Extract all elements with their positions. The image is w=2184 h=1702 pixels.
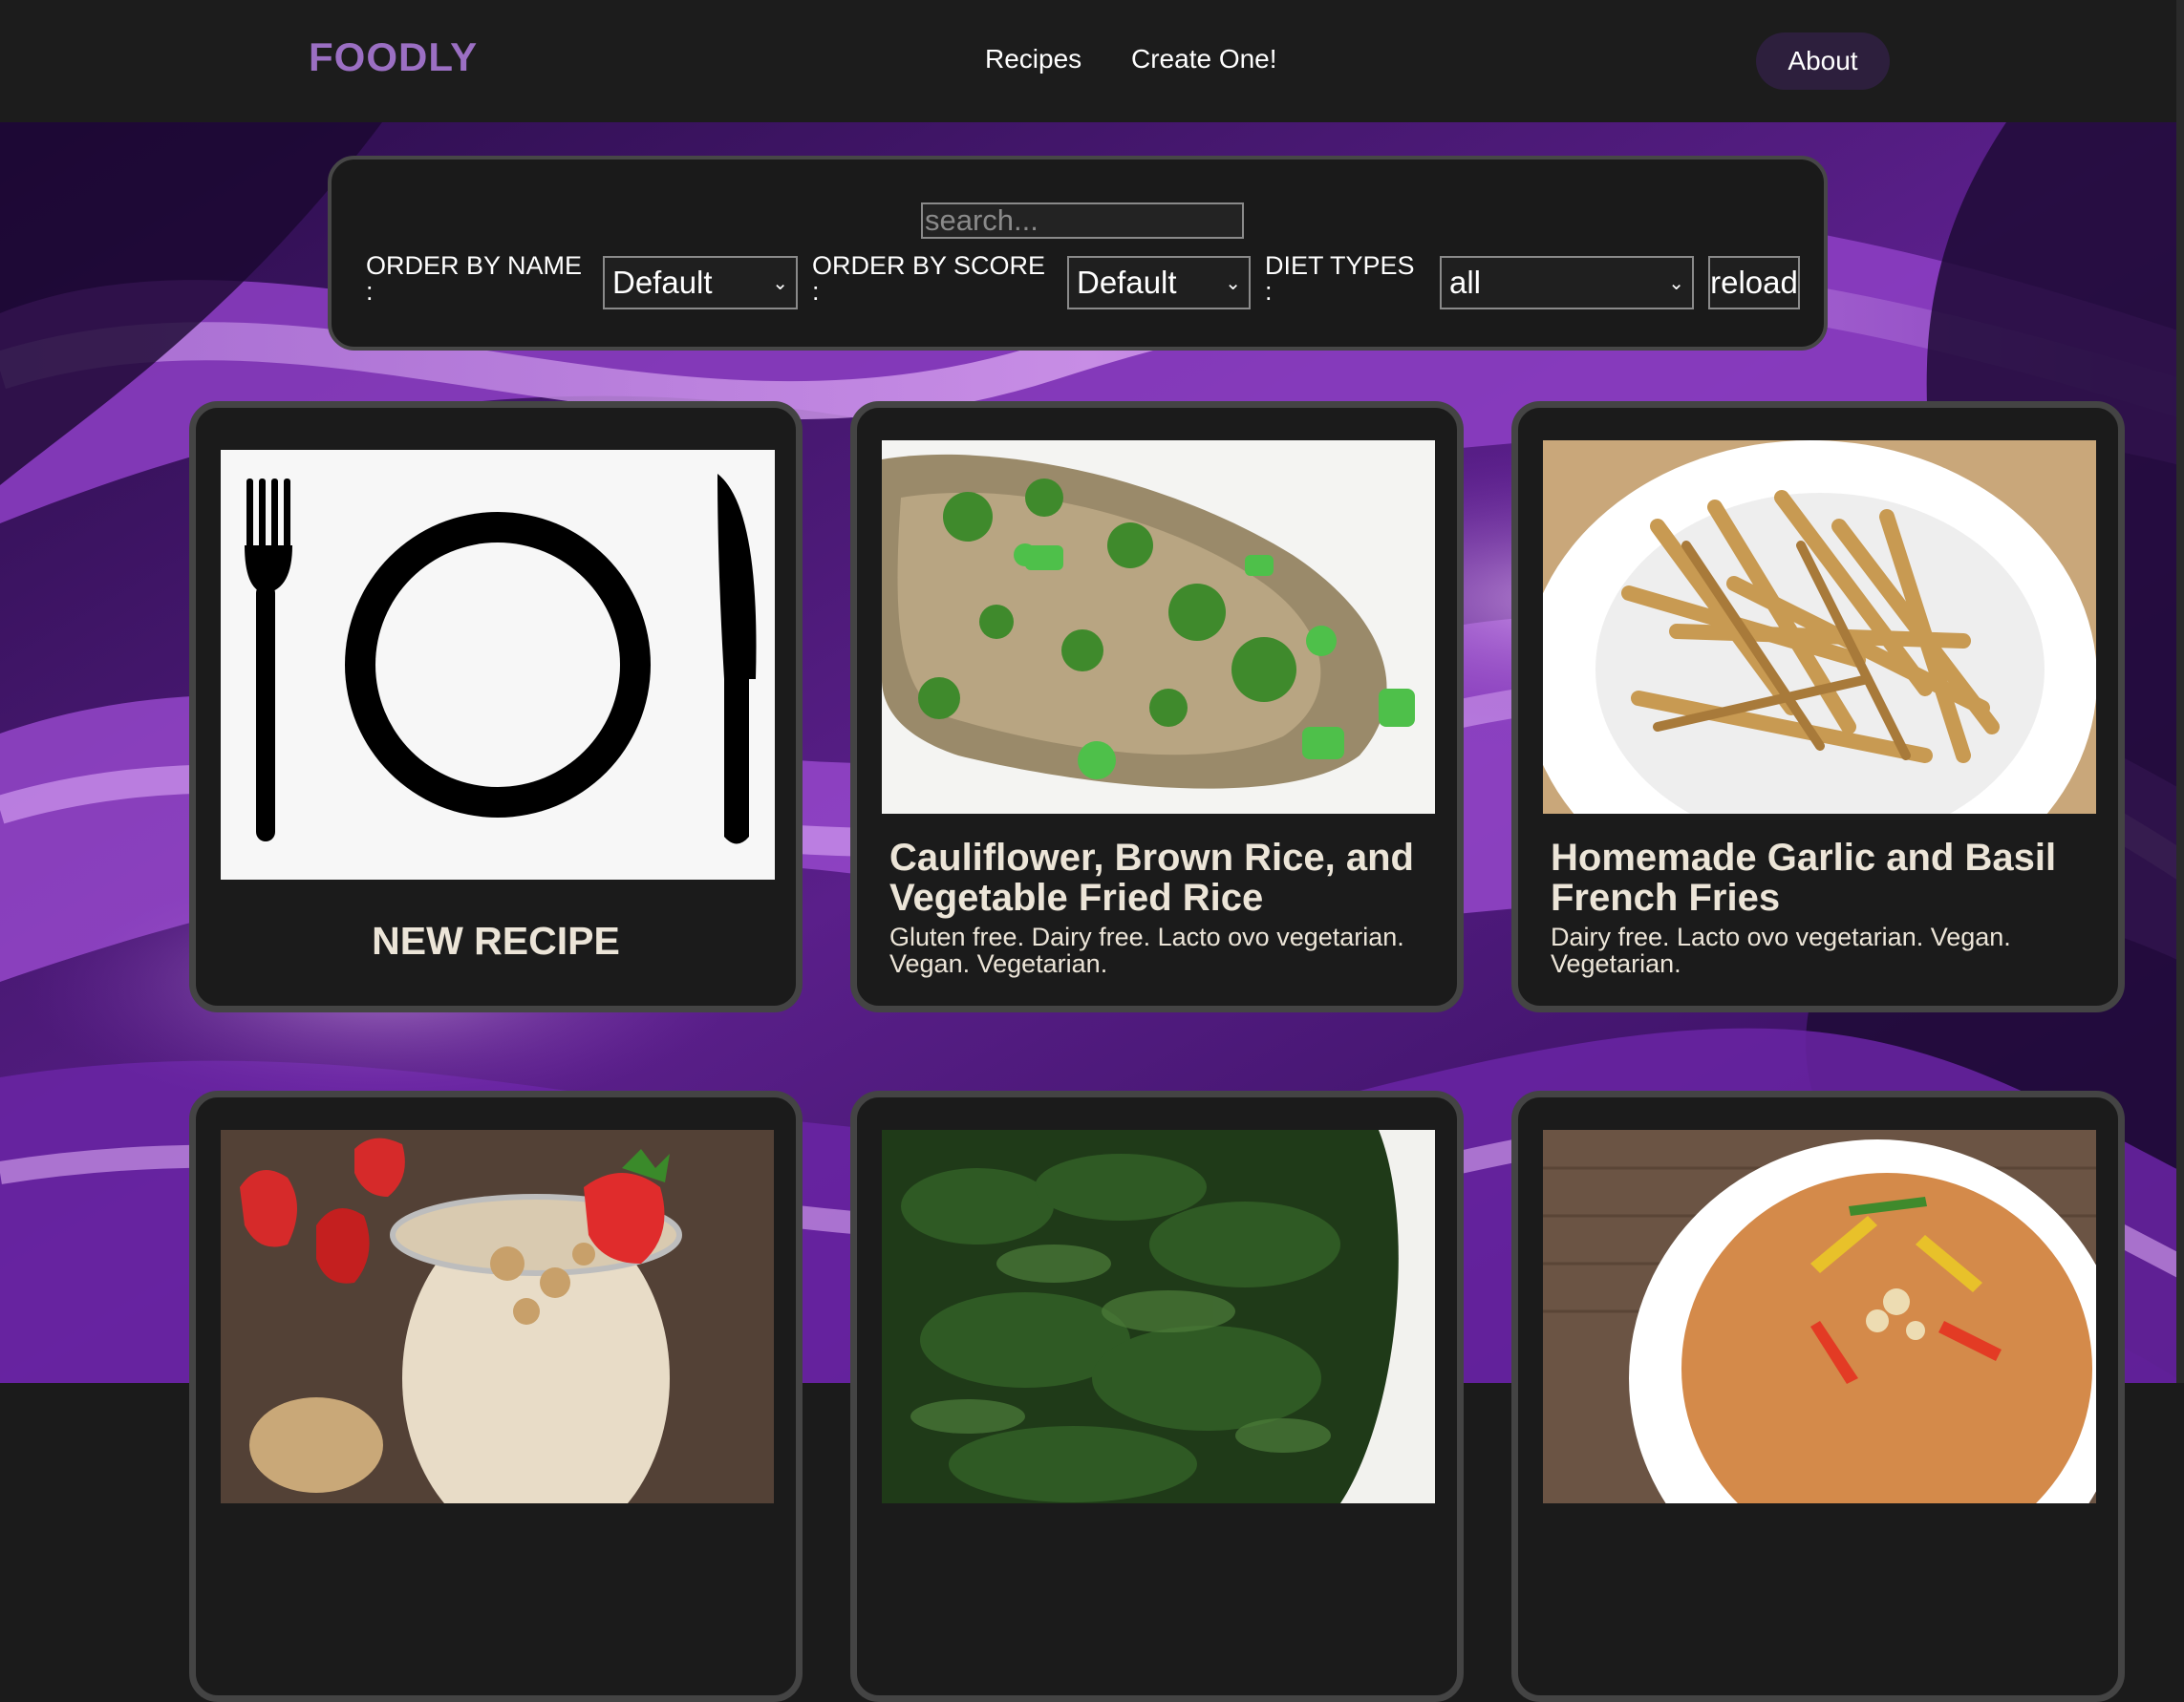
order-by-score-colon: :	[812, 277, 820, 306]
filter-bar: ORDER BY NAME : Default ⌄ ORDER BY SCORE…	[328, 156, 1828, 351]
recipe-card[interactable]	[850, 1091, 1464, 1702]
recipe-image-strawberry-smoothie	[221, 1130, 774, 1503]
recipe-card[interactable]: Cauliflower, Brown Rice, and Vegetable F…	[850, 401, 1464, 1012]
recipe-title: Cauliflower, Brown Rice, and Vegetable F…	[889, 837, 1414, 919]
recipe-image-fried-rice	[882, 440, 1435, 814]
diet-types-text: DIET TYPES	[1265, 251, 1415, 280]
foodly-logo[interactable]: FOODLY	[309, 34, 478, 80]
order-by-name-colon: :	[366, 277, 374, 306]
chevron-down-icon: ⌄	[772, 273, 788, 294]
new-recipe-title: NEW RECIPE	[372, 919, 620, 963]
order-by-name-label: ORDER BY NAME :	[366, 253, 582, 305]
recipe-image-sauteed-greens	[882, 1130, 1435, 1503]
recipe-title: Homemade Garlic and Basil French Fries	[1551, 837, 2057, 919]
plate-cutlery-icon	[221, 450, 775, 880]
diet-types-value: all	[1449, 265, 1482, 300]
top-navbar: FOODLY Recipes Create One! About	[0, 0, 2184, 122]
diet-types-select[interactable]: all ⌄	[1440, 256, 1694, 309]
order-by-name-text: ORDER BY NAME	[366, 251, 583, 280]
recipe-card[interactable]: Homemade Garlic and Basil French Fries D…	[1511, 401, 2125, 1012]
order-by-score-label: ORDER BY SCORE :	[812, 253, 1045, 305]
order-by-name-select[interactable]: Default ⌄	[603, 256, 798, 309]
diet-types-colon: :	[1265, 277, 1273, 306]
recipe-card[interactable]	[189, 1091, 803, 1702]
new-recipe-card[interactable]: NEW RECIPE	[189, 401, 803, 1012]
nav-link-recipes[interactable]: Recipes	[985, 44, 1081, 74]
about-button[interactable]: About	[1756, 32, 1890, 90]
reload-button[interactable]: reload	[1708, 256, 1800, 309]
nav-link-create-one[interactable]: Create One!	[1131, 44, 1277, 74]
diet-types-label: DIET TYPES :	[1265, 253, 1415, 305]
search-input[interactable]	[921, 202, 1244, 239]
recipe-card[interactable]	[1511, 1091, 2125, 1702]
order-by-score-select[interactable]: Default ⌄	[1067, 256, 1251, 309]
scrollbar-track[interactable]	[2176, 0, 2184, 1383]
recipe-image-curry-bowl	[1543, 1130, 2096, 1503]
order-by-score-text: ORDER BY SCORE	[812, 251, 1046, 280]
order-by-name-value: Default	[612, 265, 713, 300]
recipe-diets: Dairy free. Lacto ovo vegetarian. Vegan.…	[1551, 923, 2011, 978]
chevron-down-icon: ⌄	[1225, 273, 1241, 294]
recipe-image-french-fries	[1543, 440, 2096, 814]
chevron-down-icon: ⌄	[1668, 273, 1684, 294]
recipe-diets: Gluten free. Dairy free. Lacto ovo veget…	[889, 923, 1404, 978]
order-by-score-value: Default	[1077, 265, 1177, 300]
